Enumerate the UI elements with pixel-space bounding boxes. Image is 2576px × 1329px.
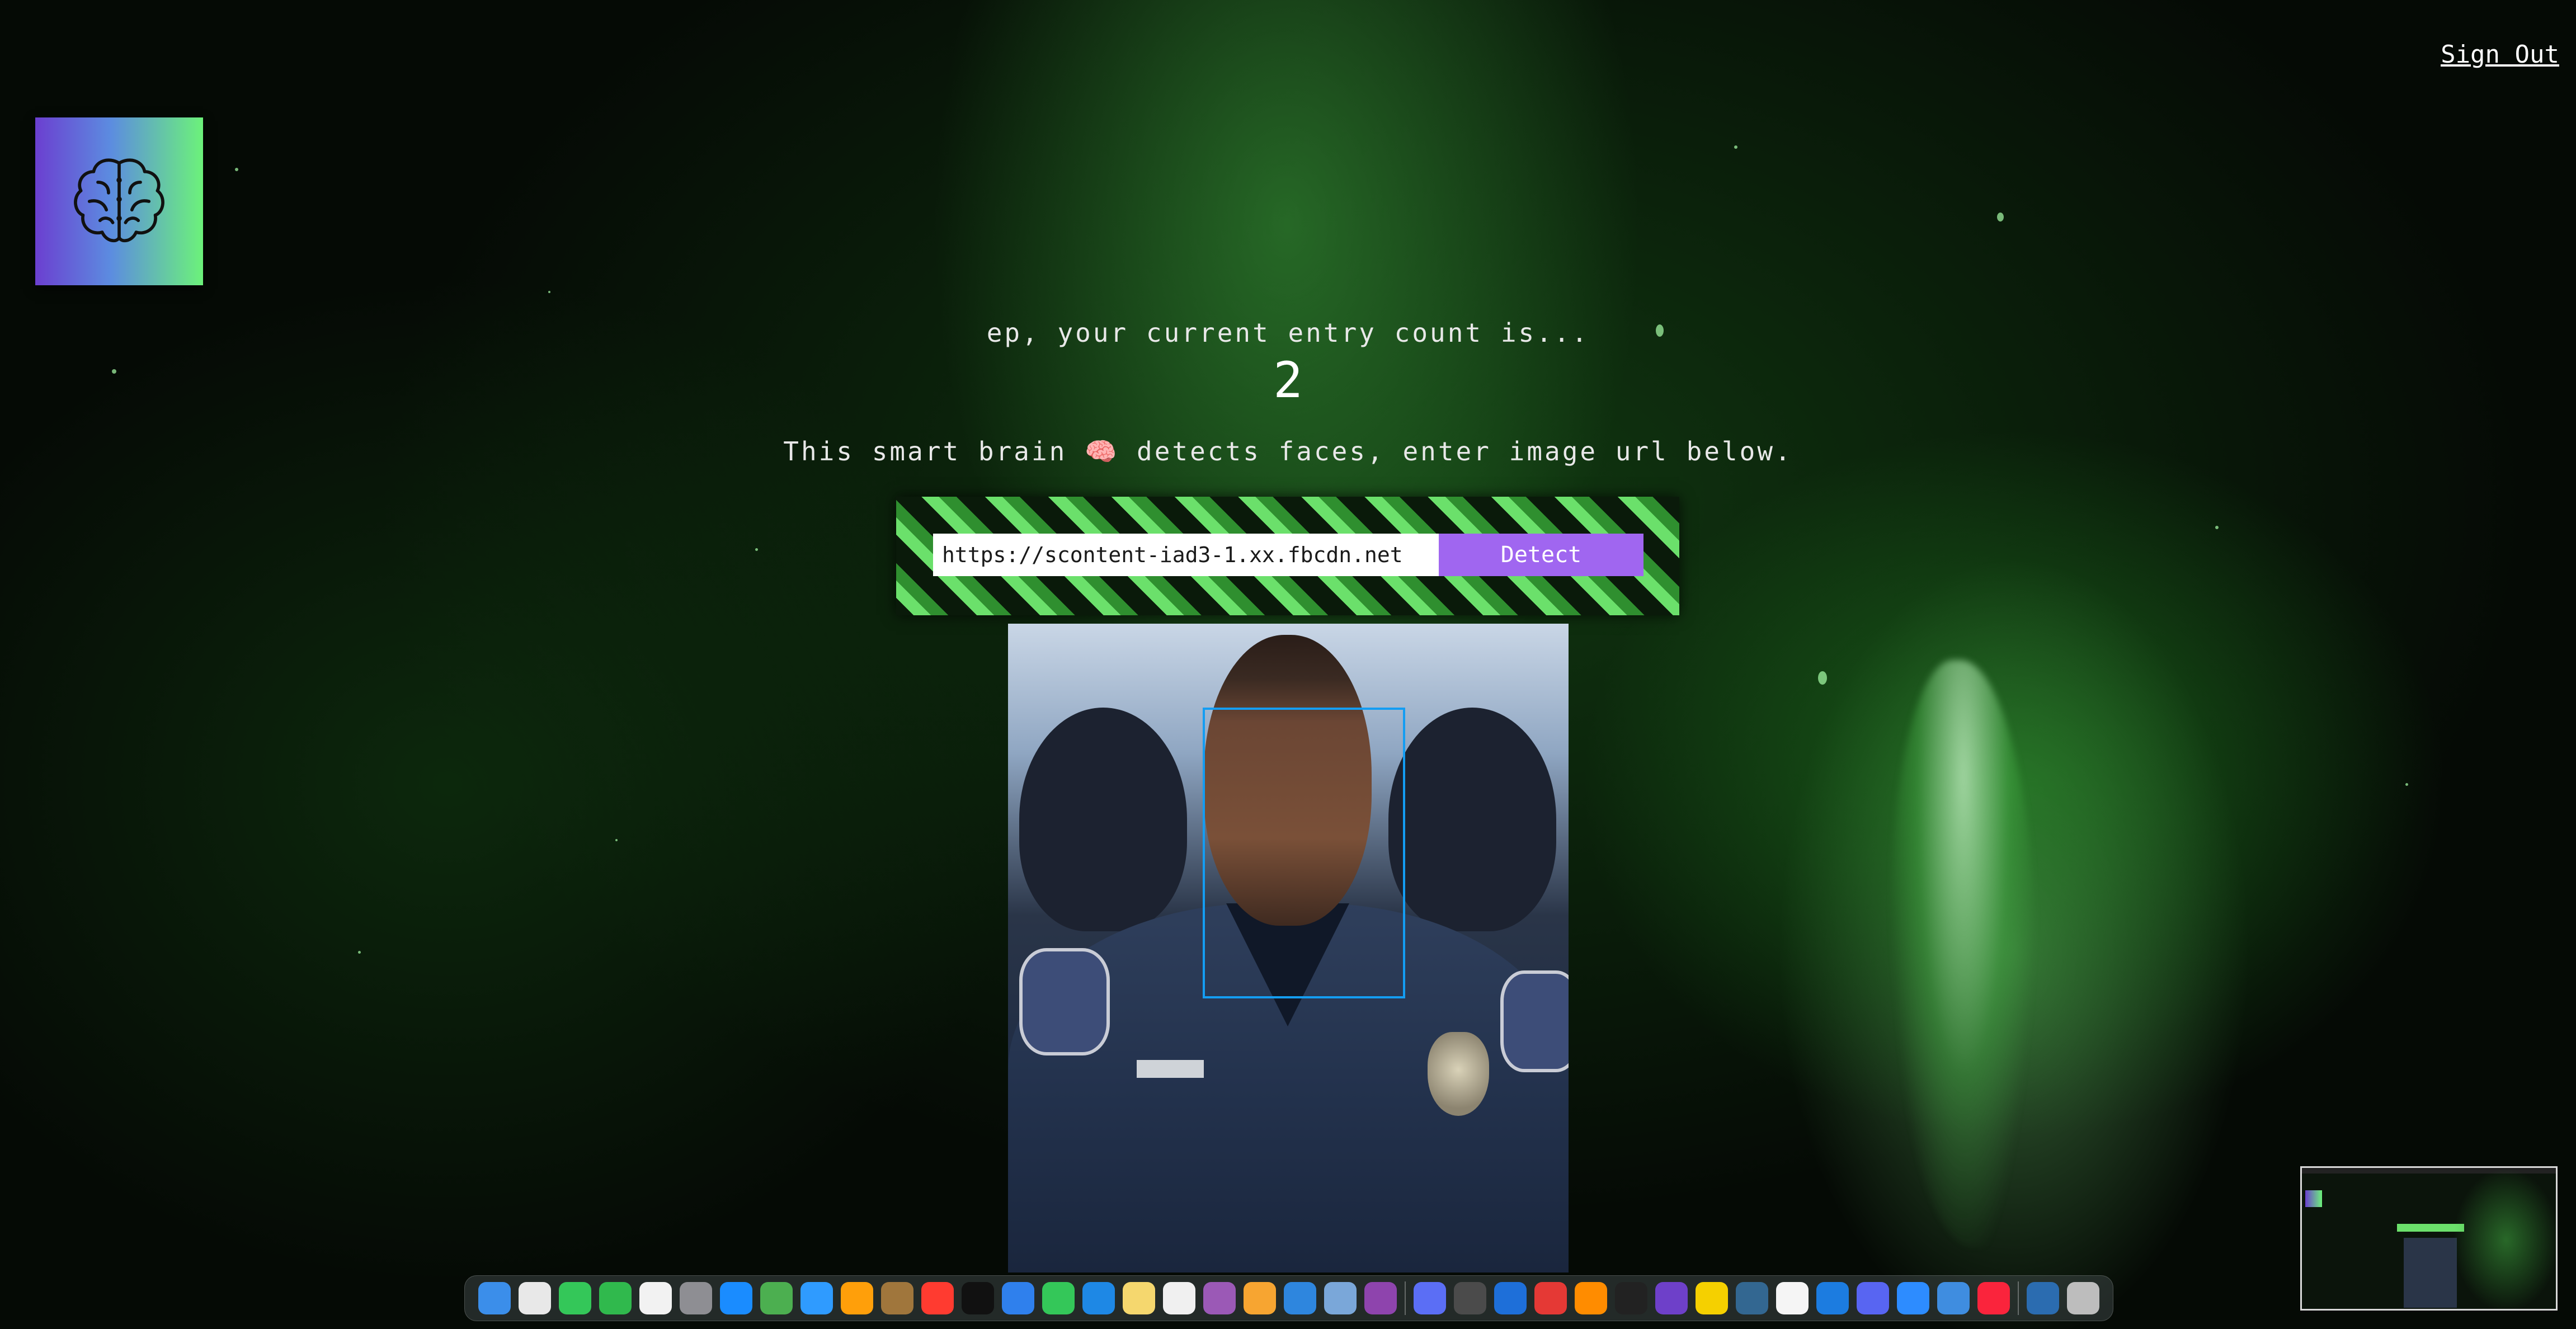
messenger-icon[interactable] bbox=[1414, 1282, 1446, 1314]
news-icon[interactable] bbox=[921, 1282, 954, 1314]
reminders-icon[interactable] bbox=[639, 1282, 672, 1314]
feedback-icon[interactable] bbox=[1364, 1282, 1397, 1314]
thumbnail-glow bbox=[2453, 1168, 2556, 1309]
app-tagline: This smart brain 🧠 detects faces, enter … bbox=[783, 436, 1793, 466]
stickies-icon[interactable] bbox=[1696, 1282, 1728, 1314]
thumbnail-logo bbox=[2305, 1190, 2322, 1207]
preview-icon[interactable] bbox=[1324, 1282, 1357, 1314]
postgres-icon[interactable] bbox=[1736, 1282, 1768, 1314]
podcasts-icon[interactable] bbox=[1203, 1282, 1236, 1314]
nameplate bbox=[1137, 1060, 1204, 1078]
background-speck bbox=[235, 168, 238, 171]
zoom-icon[interactable] bbox=[1897, 1282, 1929, 1314]
police-badge bbox=[1428, 1032, 1489, 1116]
macos-dock bbox=[464, 1275, 2113, 1321]
finder-icon[interactable] bbox=[478, 1282, 511, 1314]
background-speck bbox=[615, 839, 618, 841]
notes-icon[interactable] bbox=[1123, 1282, 1155, 1314]
background-speck bbox=[1818, 671, 1827, 685]
car-seat bbox=[1388, 708, 1556, 931]
sign-out-link[interactable]: Sign Out bbox=[2441, 40, 2559, 69]
safari-icon[interactable] bbox=[800, 1282, 833, 1314]
entry-count-value: 2 bbox=[1273, 351, 1303, 409]
image-url-input[interactable] bbox=[933, 534, 1449, 576]
mail-icon[interactable] bbox=[1002, 1282, 1034, 1314]
maps-icon[interactable] bbox=[760, 1282, 793, 1314]
xcode-icon[interactable] bbox=[1816, 1282, 1849, 1314]
numbers-icon[interactable] bbox=[1042, 1282, 1075, 1314]
finder-alt-icon[interactable] bbox=[1937, 1282, 1970, 1314]
freeform-icon[interactable] bbox=[1163, 1282, 1195, 1314]
github-icon[interactable] bbox=[1655, 1282, 1688, 1314]
background-speck bbox=[548, 291, 550, 293]
face-bounding-box bbox=[1203, 708, 1405, 998]
messages-icon[interactable] bbox=[559, 1282, 591, 1314]
background-speck bbox=[1997, 213, 2004, 222]
vscode-icon[interactable] bbox=[1494, 1282, 1527, 1314]
sublime-text-icon[interactable] bbox=[1575, 1282, 1607, 1314]
image-link-form: Detect bbox=[896, 497, 1679, 615]
quicktime-icon[interactable] bbox=[1454, 1282, 1486, 1314]
dock-separator bbox=[2018, 1281, 2019, 1315]
terminal-icon[interactable] bbox=[1615, 1282, 1647, 1314]
background-speck bbox=[1734, 145, 1737, 149]
face-recognition-image bbox=[1008, 624, 1569, 1273]
background-speck bbox=[358, 951, 361, 954]
discord-icon[interactable] bbox=[1857, 1282, 1889, 1314]
background-speck bbox=[2215, 526, 2219, 529]
background-speck bbox=[2405, 783, 2408, 786]
notes-brown-icon[interactable] bbox=[881, 1282, 913, 1314]
apple-tv-icon[interactable] bbox=[962, 1282, 994, 1314]
background-smoke bbox=[1891, 660, 2036, 1247]
network-icon[interactable] bbox=[2027, 1282, 2059, 1314]
car-seat bbox=[1019, 708, 1187, 931]
bluetooth-icon[interactable] bbox=[1284, 1282, 1316, 1314]
entry-count-message: ep, your current entry count is... bbox=[986, 318, 1590, 348]
screenshot-thumbnail[interactable] bbox=[2300, 1166, 2558, 1311]
launchpad-icon[interactable] bbox=[519, 1282, 551, 1314]
shoulder-patch bbox=[1019, 948, 1110, 1055]
shoulder-patch bbox=[1500, 970, 1569, 1072]
facetime-icon[interactable] bbox=[599, 1282, 632, 1314]
chrome-icon[interactable] bbox=[1534, 1282, 1567, 1314]
system-settings-icon[interactable] bbox=[680, 1282, 712, 1314]
background-speck bbox=[755, 548, 758, 551]
keynote-icon[interactable] bbox=[1082, 1282, 1115, 1314]
app-logo[interactable] bbox=[35, 117, 203, 285]
dock-separator bbox=[1405, 1281, 1406, 1315]
textedit-icon[interactable] bbox=[1776, 1282, 1809, 1314]
photos-icon[interactable] bbox=[841, 1282, 873, 1314]
desktop-background: Sign Out ep, your current entry count is… bbox=[0, 0, 2576, 1329]
brain-icon bbox=[74, 158, 164, 243]
detect-button[interactable]: Detect bbox=[1439, 534, 1643, 576]
thumbnail-photo bbox=[2404, 1238, 2457, 1308]
app-store-icon[interactable] bbox=[720, 1282, 752, 1314]
music-icon[interactable] bbox=[1977, 1282, 2010, 1314]
pages-icon[interactable] bbox=[1244, 1282, 1276, 1314]
trash-icon[interactable] bbox=[2067, 1282, 2099, 1314]
